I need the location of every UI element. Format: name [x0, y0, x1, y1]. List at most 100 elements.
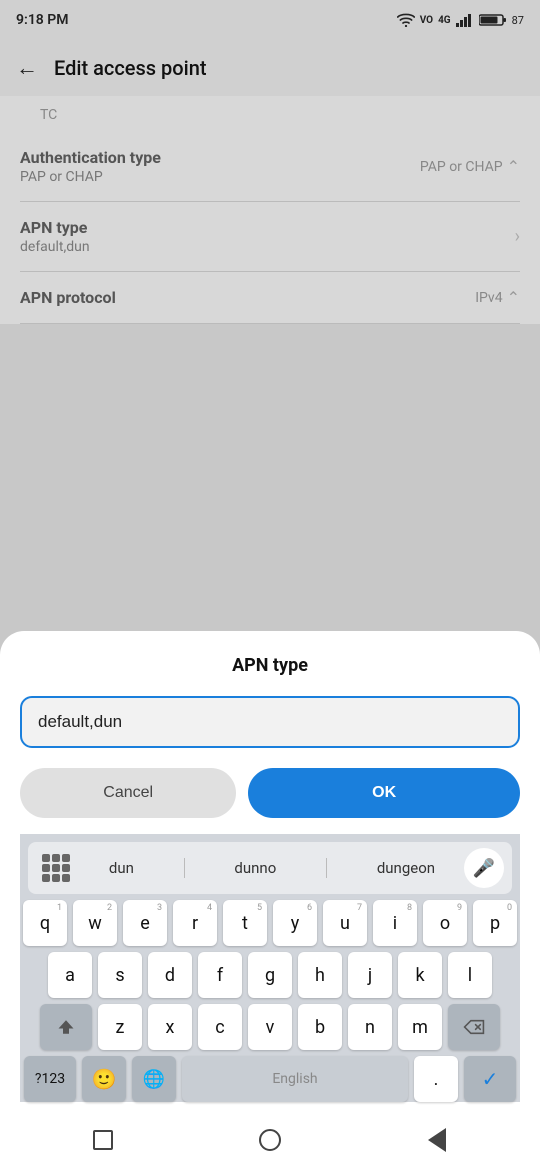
mic-button[interactable]: 🎤: [464, 848, 504, 888]
shift-key[interactable]: [40, 1004, 92, 1050]
battery-icon: [479, 13, 507, 27]
signal-icon: [456, 13, 474, 27]
enter-key[interactable]: ✓: [464, 1056, 516, 1102]
top-nav: ← Edit access point: [0, 40, 540, 96]
key-num-8: 8: [407, 903, 412, 913]
recents-icon: [93, 1130, 113, 1150]
apn-type-sublabel: default,dun: [20, 239, 90, 255]
ok-button[interactable]: OK: [248, 768, 520, 818]
volte-icon: VO: [420, 15, 433, 26]
key-v[interactable]: v: [248, 1004, 292, 1050]
key-o[interactable]: 9 o: [423, 900, 467, 946]
key-x[interactable]: x: [148, 1004, 192, 1050]
key-e[interactable]: 3 e: [123, 900, 167, 946]
apn-protocol-label: APN protocol: [20, 288, 116, 307]
suggestion-items: dun dunno dungeon: [80, 857, 464, 879]
back-button[interactable]: ←: [16, 55, 38, 81]
apn-protocol-value: IPv4 ⌃: [475, 288, 520, 307]
key-g[interactable]: g: [248, 952, 292, 998]
back-nav-button[interactable]: [417, 1120, 457, 1160]
globe-key[interactable]: 🌐: [132, 1056, 176, 1102]
apn-type-chevron-icon: ›: [515, 226, 520, 247]
keyboard: dun dunno dungeon 🎤 1 q 2 w 3 e: [20, 834, 520, 1102]
suggestions-row: dun dunno dungeon 🎤: [28, 842, 512, 894]
key-row-2: a s d f g h j k l: [24, 952, 516, 998]
backspace-icon: [463, 1019, 485, 1035]
status-time: 9:18 PM: [16, 12, 69, 28]
key-d[interactable]: d: [148, 952, 192, 998]
key-w[interactable]: 2 w: [73, 900, 117, 946]
status-bar: 9:18 PM VO 4G 87: [0, 0, 540, 40]
suggestion-dunno[interactable]: dunno: [226, 857, 284, 879]
checkmark-icon: ✓: [482, 1067, 499, 1091]
space-label: English: [272, 1071, 317, 1087]
auth-type-chevron-icon: ⌃: [507, 157, 520, 176]
key-l[interactable]: l: [448, 952, 492, 998]
apn-type-input[interactable]: [38, 712, 502, 732]
dialog-title: APN type: [20, 655, 520, 676]
status-icons: VO 4G 87: [397, 13, 524, 27]
mic-icon: 🎤: [473, 858, 495, 879]
key-c[interactable]: c: [198, 1004, 242, 1050]
space-key[interactable]: English: [182, 1056, 408, 1102]
key-num-0: 0: [507, 903, 512, 913]
apn-protocol-row: APN protocol IPv4 ⌃: [20, 272, 520, 324]
delete-key[interactable]: [448, 1004, 500, 1050]
key-num-5: 5: [257, 903, 262, 913]
num-switch-label: ?123: [35, 1071, 65, 1087]
key-t[interactable]: 5 t: [223, 900, 267, 946]
key-f[interactable]: f: [198, 952, 242, 998]
recents-button[interactable]: [83, 1120, 123, 1160]
key-r[interactable]: 4 r: [173, 900, 217, 946]
bg-content: TC Authentication type PAP or CHAP PAP o…: [0, 96, 540, 324]
key-a[interactable]: a: [48, 952, 92, 998]
suggestion-dun[interactable]: dun: [101, 857, 142, 879]
battery-level: 87: [512, 14, 524, 27]
nav-bar: [20, 1110, 520, 1170]
emoji-icon: 🙂: [92, 1067, 117, 1091]
key-row-1: 1 q 2 w 3 e 4 r 5 t 6 y: [24, 900, 516, 946]
home-button[interactable]: [250, 1120, 290, 1160]
emoji-key[interactable]: 🙂: [82, 1056, 126, 1102]
auth-type-sublabel: PAP or CHAP: [20, 169, 161, 185]
suggestion-dungeon[interactable]: dungeon: [369, 857, 443, 879]
key-num-6: 6: [307, 903, 312, 913]
period-key[interactable]: .: [414, 1056, 458, 1102]
auth-type-label: Authentication type: [20, 148, 161, 167]
key-h[interactable]: h: [298, 952, 342, 998]
key-num-9: 9: [457, 903, 462, 913]
partial-row: TC: [20, 96, 520, 132]
key-i[interactable]: 8 i: [373, 900, 417, 946]
key-num-3: 3: [157, 903, 162, 913]
key-num-1: 1: [57, 903, 62, 913]
key-n[interactable]: n: [348, 1004, 392, 1050]
key-s[interactable]: s: [98, 952, 142, 998]
key-j[interactable]: j: [348, 952, 392, 998]
key-num-4: 4: [207, 903, 212, 913]
key-m[interactable]: m: [398, 1004, 442, 1050]
shift-icon: [57, 1018, 75, 1036]
key-p[interactable]: 0 p: [473, 900, 517, 946]
home-icon: [259, 1129, 281, 1151]
keyboard-grid-button[interactable]: [32, 854, 80, 882]
key-u[interactable]: 7 u: [323, 900, 367, 946]
key-z[interactable]: z: [98, 1004, 142, 1050]
dialog-input-wrapper[interactable]: [20, 696, 520, 748]
apn-type-arrow: ›: [515, 226, 520, 247]
dialog-buttons: Cancel OK: [20, 768, 520, 818]
key-num-7: 7: [357, 903, 362, 913]
key-num-2: 2: [107, 903, 112, 913]
key-row-3: z x c v b n m: [24, 1004, 516, 1050]
num-switch-key[interactable]: ?123: [24, 1056, 76, 1102]
apn-type-row: APN type default,dun ›: [20, 202, 520, 272]
auth-type-value: PAP or CHAP ⌃: [420, 157, 520, 176]
key-row-4: ?123 🙂 🌐 English . ✓: [24, 1056, 516, 1102]
cancel-button[interactable]: Cancel: [20, 768, 236, 818]
grid-icon: [42, 854, 70, 882]
key-q[interactable]: 1 q: [23, 900, 67, 946]
key-y[interactable]: 6 y: [273, 900, 317, 946]
suggestion-divider-1: [184, 858, 185, 878]
period-label: .: [434, 1069, 439, 1090]
key-k[interactable]: k: [398, 952, 442, 998]
key-b[interactable]: b: [298, 1004, 342, 1050]
